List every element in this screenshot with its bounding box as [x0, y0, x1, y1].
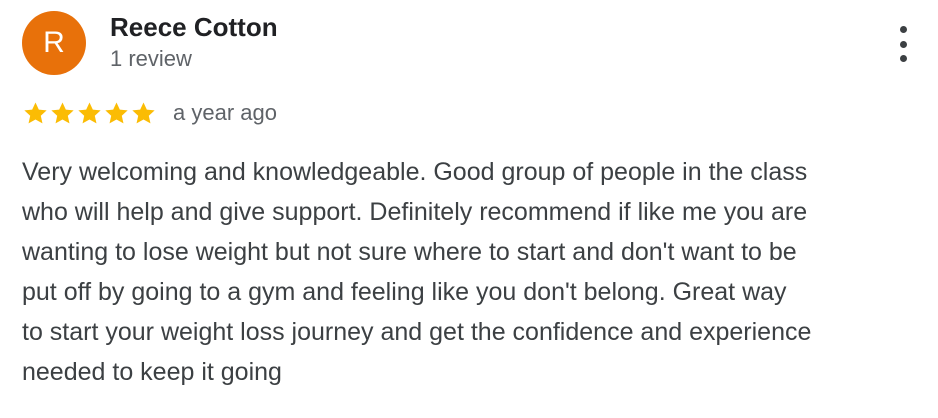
review-text-line: needed to keep it going: [22, 358, 282, 386]
review-text: Very welcoming and knowledgeable. Good g…: [22, 152, 922, 392]
review-text-line: to start your weight loss journey and ge…: [22, 318, 812, 346]
avatar[interactable]: R: [22, 11, 86, 75]
star-icon: [51, 101, 74, 123]
reviewer-name[interactable]: Reece Cotton: [110, 12, 278, 43]
review-text-line: who will help and give support. Definite…: [22, 198, 808, 226]
review-date: a year ago: [173, 100, 277, 125]
avatar-initial: R: [43, 26, 65, 59]
rating-row: a year ago: [22, 98, 277, 128]
more-vert-icon-dot: [899, 40, 907, 48]
star-icon: [24, 101, 47, 123]
star-rating: [22, 100, 157, 127]
more-vert-icon-dot: [899, 55, 907, 62]
more-options-button[interactable]: [888, 24, 918, 64]
star-icon: [105, 101, 128, 123]
star-icon: [132, 101, 155, 123]
more-vert-icon: [899, 26, 907, 33]
star-icon: [78, 101, 101, 123]
review-text-line: put off by going to a gym and feeling li…: [22, 278, 787, 306]
review-text-line: wanting to lose weight but not sure wher…: [22, 238, 797, 266]
review-count[interactable]: 1 review: [110, 46, 192, 72]
review-text-line: Very welcoming and knowledgeable. Good g…: [22, 158, 808, 186]
